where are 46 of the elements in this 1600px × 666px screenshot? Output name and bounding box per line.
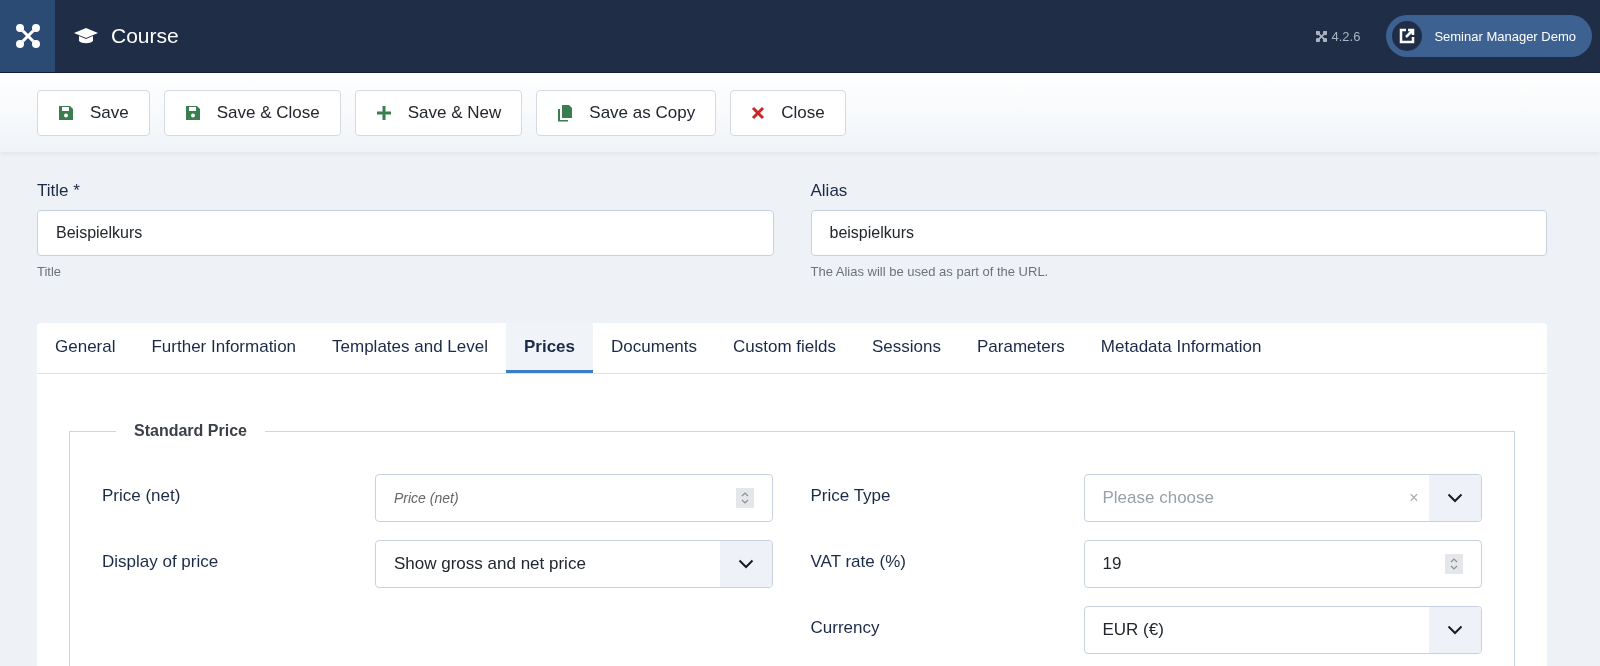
field-label: Currency [810,617,881,638]
toolbar-button[interactable]: Save & New [354,89,523,136]
plus-icon [375,104,392,121]
field-label: Title * [37,181,81,201]
select-field[interactable]: EUR (€) [1083,606,1482,654]
tab[interactable]: Further Information [133,323,315,373]
spinner-icon [1444,554,1463,574]
logo-tile[interactable] [0,0,55,72]
tab[interactable]: Documents [593,323,715,373]
text-field[interactable]: beispielkurs [810,210,1547,256]
version-label: 4.2.6 [1331,28,1361,44]
spinner-icon [736,488,754,508]
copy-icon [557,103,574,122]
tab[interactable]: Sessions [854,323,959,373]
fieldset-legend: Standard Price [116,422,265,440]
select-field[interactable]: Show gross and net price [375,540,773,588]
number-field[interactable]: 19 [1083,540,1482,588]
chevron-down-icon [1446,493,1463,503]
page-title: Course [111,24,179,48]
field-label: Display of price [102,551,220,572]
tab[interactable]: General [37,323,134,373]
close-icon [751,105,766,120]
chevron-down-icon [738,559,754,569]
joomla-logo-icon [15,24,40,48]
toolbar-button[interactable]: Save [37,89,150,136]
field-label: Price (net) [102,485,182,506]
joomla-logo-icon [1316,30,1328,42]
toolbar-button[interactable]: Save & Close [163,89,341,136]
tab[interactable]: Custom fields [715,323,854,373]
external-link-icon [1398,27,1417,45]
field-label: Alias [810,181,849,201]
tab[interactable]: Prices [506,323,594,373]
tab[interactable]: Parameters [959,323,1083,373]
toolbar-button[interactable]: Close [730,89,846,136]
graduation-cap-icon [73,27,99,45]
tab[interactable]: Metadata Information [1082,323,1280,373]
site-link-button[interactable]: Seminar Manager Demo [1386,15,1592,57]
field-label: VAT rate (%) [810,551,907,572]
toolbar-button[interactable]: Save as Copy [536,89,717,136]
number-field[interactable]: Price (net) [375,474,773,522]
chevron-down-icon [1446,625,1463,635]
field-hint: Title [37,264,63,279]
text-field[interactable]: Beispielkurs [37,210,774,256]
tab[interactable]: Templates and Level [314,323,506,373]
field-label: Price Type [810,485,892,506]
field-hint: The Alias will be used as part of the URL. [810,264,1050,279]
